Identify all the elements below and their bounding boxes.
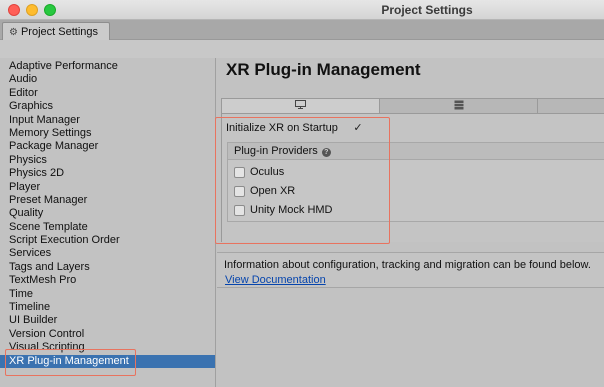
sidebar-item-player[interactable]: Player <box>0 181 215 194</box>
monitor-icon <box>295 100 306 112</box>
sidebar-item-quality[interactable]: Quality <box>0 207 215 220</box>
platform-tabs <box>221 98 604 114</box>
sidebar-highlight-box <box>5 349 136 376</box>
sidebar-item-audio[interactable]: Audio <box>0 73 215 86</box>
sidebar-item-package-manager[interactable]: Package Manager <box>0 140 215 153</box>
view-documentation-link[interactable]: View Documentation <box>225 274 326 286</box>
gear-icon: ⚙ <box>9 27 18 38</box>
sidebar-item-graphics[interactable]: Graphics <box>0 100 215 113</box>
tab-strip: ⚙ Project Settings <box>0 20 604 41</box>
sidebar-item-input-manager[interactable]: Input Manager <box>0 114 215 127</box>
toolbar <box>0 40 604 58</box>
sidebar-item-textmesh-pro[interactable]: TextMesh Pro <box>0 274 215 287</box>
sidebar-item-adaptive-performance[interactable]: Adaptive Performance <box>0 60 215 73</box>
sidebar-item-editor[interactable]: Editor <box>0 87 215 100</box>
window-titlebar: Project Settings <box>0 0 604 20</box>
sidebar-item-timeline[interactable]: Timeline <box>0 301 215 314</box>
sidebar-item-preset-manager[interactable]: Preset Manager <box>0 194 215 207</box>
tab-label: Project Settings <box>20 26 99 38</box>
sidebar-item-physics-2d[interactable]: Physics 2D <box>0 167 215 180</box>
sidebar-item-physics[interactable]: Physics <box>0 154 215 167</box>
sidebar-item-services[interactable]: Services <box>0 247 215 260</box>
sidebar-item-version-control[interactable]: Version Control <box>0 328 215 341</box>
tab-standalone[interactable] <box>222 99 380 113</box>
info-text: Information about configuration, trackin… <box>224 259 591 271</box>
tab-other-platform[interactable] <box>538 99 604 113</box>
sidebar-item-ui-builder[interactable]: UI Builder <box>0 314 215 327</box>
server-icon <box>454 100 464 113</box>
tab-project-settings[interactable]: ⚙ Project Settings <box>2 22 110 41</box>
tab-server[interactable] <box>380 99 538 113</box>
settings-highlight-box <box>215 117 390 244</box>
sidebar-item-time[interactable]: Time <box>0 288 215 301</box>
sidebar-item-scene-template[interactable]: Scene Template <box>0 221 215 234</box>
sidebar-item-script-execution-order[interactable]: Script Execution Order <box>0 234 215 247</box>
info-panel: Information about configuration, trackin… <box>217 252 604 288</box>
page-title: XR Plug-in Management <box>226 60 421 79</box>
sidebar-item-memory-settings[interactable]: Memory Settings <box>0 127 215 140</box>
sidebar-item-tags-and-layers[interactable]: Tags and Layers <box>0 261 215 274</box>
window-title: Project Settings <box>381 3 473 17</box>
settings-sidebar: Adaptive Performance Audio Editor Graphi… <box>0 58 216 387</box>
